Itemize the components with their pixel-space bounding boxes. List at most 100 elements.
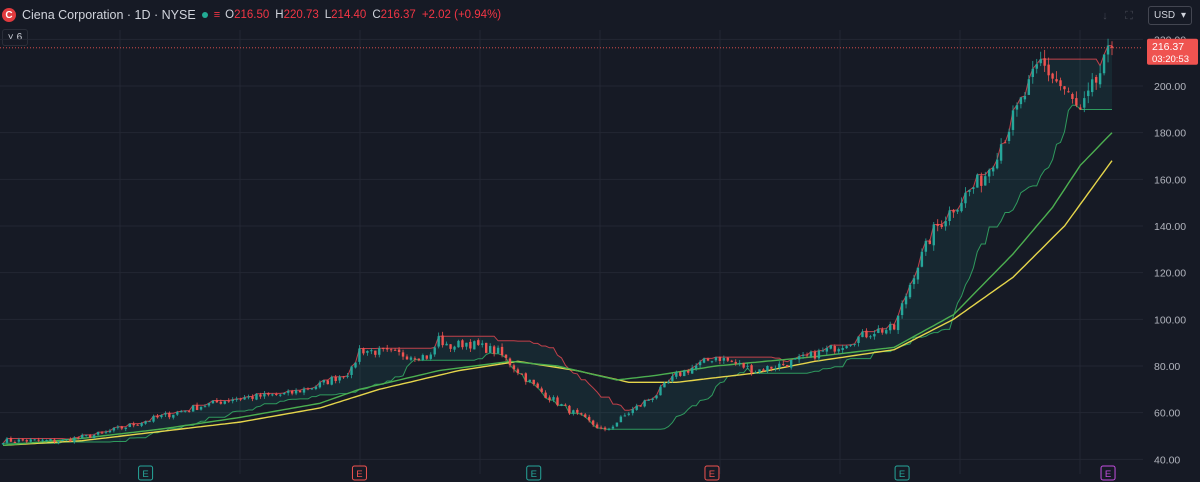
candle (1007, 131, 1011, 142)
candle (936, 223, 939, 226)
candle (1047, 64, 1050, 76)
candle (1015, 105, 1019, 110)
candle (793, 358, 797, 360)
candle (900, 303, 904, 316)
candle (370, 350, 373, 352)
candle (556, 397, 559, 406)
candle (77, 437, 80, 439)
candle (520, 373, 524, 375)
candle (1059, 80, 1062, 87)
candle (829, 345, 832, 349)
candle (124, 427, 127, 429)
y-tick-label: 200.00 (1154, 81, 1186, 93)
price-chart[interactable]: 220.00200.00180.00160.00140.00120.00100.… (0, 0, 1200, 482)
candle (706, 358, 710, 361)
candle (718, 356, 722, 361)
candle (675, 371, 678, 377)
candle (271, 394, 274, 396)
candle (128, 423, 131, 428)
y-tick-label: 60.00 (1154, 408, 1180, 420)
candle (457, 340, 460, 348)
candle (469, 341, 472, 349)
candle (968, 190, 971, 192)
candle (235, 398, 238, 400)
candle (183, 410, 187, 412)
chart-window: C Ciena Corporation · 1D · NYSE ≡ O216.5… (0, 0, 1200, 482)
candle (726, 357, 730, 361)
candle (667, 381, 670, 384)
candle (821, 350, 825, 352)
candle (378, 348, 381, 355)
candle (96, 432, 100, 435)
candle (639, 405, 642, 407)
candle (809, 351, 813, 357)
candle (191, 405, 195, 412)
candle (960, 202, 963, 212)
candle (881, 329, 884, 333)
last-price-value: 216.37 (1152, 41, 1184, 53)
candle (247, 396, 250, 398)
candle (409, 357, 413, 360)
candle (211, 400, 215, 404)
candle (1023, 95, 1027, 100)
candle (108, 430, 112, 433)
candle (1090, 79, 1094, 93)
candle (100, 432, 104, 434)
candle (651, 398, 654, 401)
candle (853, 343, 856, 345)
candle (69, 438, 72, 442)
candle (1083, 98, 1086, 108)
candle (53, 439, 56, 442)
candle (532, 379, 535, 385)
candle (980, 175, 983, 186)
candle (140, 423, 143, 426)
candle (746, 365, 749, 367)
y-tick-label: 80.00 (1154, 361, 1180, 373)
candle (1051, 73, 1054, 79)
candle (243, 397, 246, 400)
candle (786, 364, 789, 367)
candle (738, 362, 741, 364)
candle (21, 439, 25, 441)
candle (837, 349, 840, 352)
candle (782, 363, 785, 365)
candle (350, 366, 353, 375)
candle (374, 350, 377, 355)
candle (849, 344, 852, 346)
candle (473, 341, 476, 350)
candle (932, 224, 935, 246)
candle (1003, 142, 1007, 144)
candle (385, 348, 389, 350)
candle (477, 340, 480, 345)
earnings-marker-label: E (142, 469, 148, 480)
channel-cloud (3, 45, 1112, 444)
candle (441, 335, 444, 346)
candle (120, 426, 124, 429)
candle (203, 406, 207, 408)
candle (492, 346, 496, 354)
candle (283, 392, 286, 395)
candle (742, 362, 745, 368)
candle (984, 176, 987, 186)
candle (9, 438, 13, 442)
candle (869, 336, 872, 338)
candle (49, 439, 52, 441)
candle (366, 350, 369, 353)
candle (877, 328, 880, 333)
candle (112, 427, 116, 431)
candle (338, 376, 341, 381)
candle (730, 360, 733, 362)
candle (342, 376, 345, 378)
candle (41, 439, 44, 441)
candle (861, 331, 864, 338)
candle (512, 365, 516, 370)
earnings-marker-label: E (709, 469, 715, 480)
candle (223, 401, 226, 404)
candle (279, 394, 282, 396)
candle (698, 361, 702, 366)
candle (516, 369, 520, 374)
candle (231, 399, 234, 402)
candle (326, 380, 329, 385)
candle (865, 330, 868, 338)
candle (885, 330, 888, 334)
